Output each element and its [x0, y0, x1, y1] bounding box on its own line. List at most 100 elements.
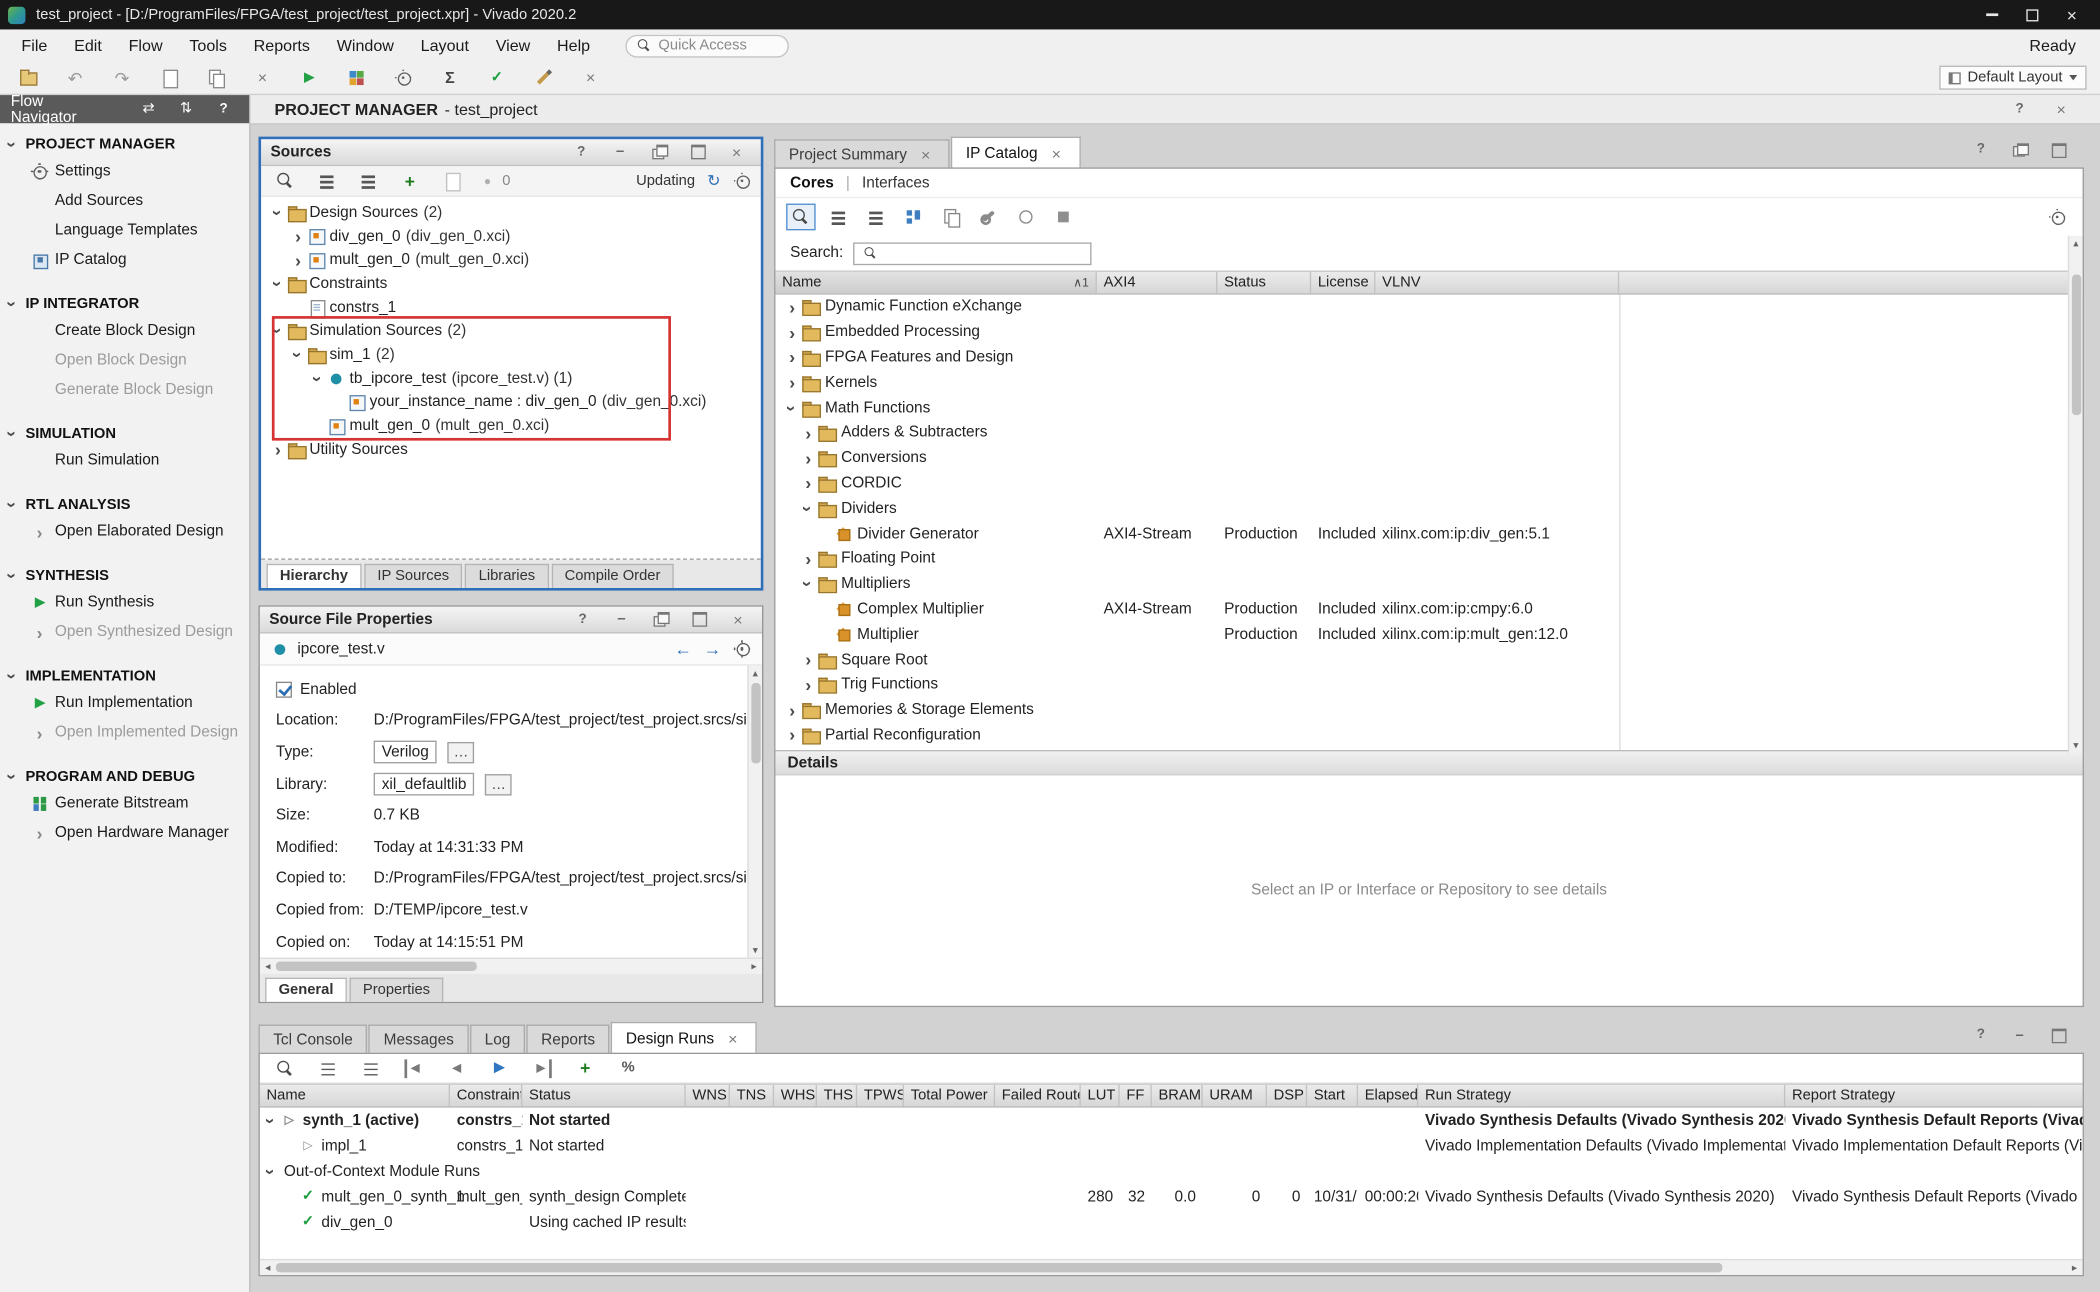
flownav-section-header-program-and-debug[interactable]: ›PROGRAM AND DEBUG — [0, 765, 249, 789]
chevron-icon[interactable]: › — [290, 227, 306, 246]
chevron-icon[interactable]: › — [262, 1112, 281, 1128]
ip-search-input[interactable] — [853, 242, 1091, 265]
sources-tab-hierarchy[interactable]: Hierarchy — [267, 564, 362, 588]
percent-button[interactable]: % — [613, 1055, 642, 1082]
sources-tree-row-mult-gen-0[interactable]: ›mult_gen_0(mult_gen_0.xci) — [261, 248, 761, 272]
sources-tree-row-design-sources[interactable]: ›Design Sources(2) — [261, 201, 761, 225]
scroll-left-icon[interactable]: ◂ — [260, 960, 276, 972]
chevron-icon[interactable]: › — [799, 576, 818, 592]
flownav-item-create-block-design[interactable]: Create Block Design — [0, 316, 249, 345]
search-button[interactable] — [271, 167, 300, 194]
column-header-report-strategy[interactable]: Report Strategy — [1785, 1085, 2084, 1106]
design-runs-row-synth-1-active[interactable]: ›▷synth_1 (active)constrs_1Not startedVi… — [260, 1108, 2083, 1133]
menu-file[interactable]: File — [8, 36, 61, 55]
maximize-button[interactable] — [2044, 1022, 2073, 1049]
menu-help[interactable]: Help — [544, 36, 604, 55]
refresh-icon[interactable]: ↻ — [704, 171, 723, 190]
column-header-ff[interactable]: FF — [1120, 1085, 1152, 1106]
ip-catalog-row-square-root[interactable]: ›Square Root — [775, 647, 2082, 672]
sources-tree-row-tb-ipcore-test[interactable]: ›tb_ipcore_test(ipcore_test.v) (1) — [261, 367, 761, 391]
scroll-down-icon[interactable]: ▾ — [749, 943, 762, 958]
square-button[interactable] — [1049, 204, 1078, 231]
save-button[interactable] — [154, 64, 183, 91]
window-close-button[interactable]: × — [2052, 0, 2092, 29]
ip-catalog-row-math-functions[interactable]: ›Math Functions — [775, 395, 2082, 420]
sources-tree-row-constrs-1[interactable]: constrs_1 — [261, 296, 761, 320]
minimize-button[interactable]: – — [607, 606, 636, 633]
quick-access-search[interactable]: Quick Access — [625, 34, 788, 57]
chevron-icon[interactable]: › — [800, 650, 816, 669]
chevron-icon[interactable]: › — [800, 550, 816, 569]
flownav-section-header-implementation[interactable]: ›IMPLEMENTATION — [0, 664, 249, 688]
scrollbar-thumb[interactable] — [751, 683, 760, 763]
ip-catalog-row-conversions[interactable]: ›Conversions — [775, 446, 2082, 471]
ip-catalog-row-cordic[interactable]: ›CORDIC — [775, 471, 2082, 496]
step-last-button[interactable]: ▶ — [528, 1055, 557, 1082]
copy-button[interactable] — [936, 204, 965, 231]
chevron-icon[interactable]: › — [262, 1163, 281, 1179]
menu-layout[interactable]: Layout — [407, 36, 482, 55]
maximize-button[interactable] — [684, 606, 713, 633]
back-icon[interactable]: ← — [674, 640, 693, 659]
chevron-icon[interactable]: › — [784, 323, 800, 342]
run-button[interactable] — [295, 64, 324, 91]
column-header-name[interactable]: Name∧1 — [775, 272, 1096, 293]
ip-catalog-row-floating-point[interactable]: ›Floating Point — [775, 546, 2082, 571]
window-minimize-button[interactable] — [1971, 0, 2011, 29]
chevron-icon[interactable]: › — [290, 251, 306, 270]
column-header-name[interactable]: Name — [260, 1085, 450, 1106]
sources-tab-libraries[interactable]: Libraries — [465, 564, 548, 588]
step-first-button[interactable]: ◀ — [399, 1055, 428, 1082]
sources-tree-row-utility-sources[interactable]: ›Utility Sources — [261, 438, 761, 462]
dock-button[interactable]: ⇄ — [134, 96, 163, 123]
close-button[interactable]: × — [723, 606, 752, 633]
sources-tab-compile-order[interactable]: Compile Order — [551, 564, 674, 588]
flownav-item-open-synthesized-design[interactable]: ›Open Synthesized Design — [0, 617, 249, 646]
wrench-button[interactable] — [974, 204, 1003, 231]
scrollbar-thumb[interactable] — [276, 1263, 1722, 1272]
chevron-icon[interactable]: › — [800, 474, 816, 493]
search-button[interactable] — [786, 204, 815, 231]
collapse-all-button[interactable] — [824, 204, 853, 231]
scrollbar-thumb[interactable] — [2071, 275, 2080, 416]
chevron-icon[interactable]: › — [784, 298, 800, 317]
chevron-icon[interactable]: › — [799, 501, 818, 517]
column-header-license[interactable]: License — [1311, 272, 1375, 293]
ip-catalog-row-adders-subtracters[interactable]: ›Adders & Subtracters — [775, 421, 2082, 446]
help-button[interactable]: ? — [1966, 137, 1995, 164]
forward-icon[interactable]: → — [703, 640, 722, 659]
ip-catalog-row-fpga-features-and-design[interactable]: ›FPGA Features and Design — [775, 345, 2082, 370]
minimize-button[interactable]: – — [605, 139, 634, 166]
column-header-vlnv[interactable]: VLNV — [1375, 272, 1619, 293]
dashboard-button[interactable] — [342, 64, 371, 91]
delete-button[interactable]: × — [248, 64, 277, 91]
copy-button[interactable] — [201, 64, 230, 91]
column-header-constraints[interactable]: Constraints — [450, 1085, 522, 1106]
ip-catalog-row-divider-generator[interactable]: Divider GeneratorAXI4-StreamProductionIn… — [775, 521, 2082, 546]
settings-button[interactable] — [2042, 204, 2071, 231]
close-button[interactable]: × — [2046, 96, 2075, 123]
open-project-button[interactable] — [13, 64, 42, 91]
ip-catalog-row-embedded-processing[interactable]: ›Embedded Processing — [775, 320, 2082, 345]
tab-messages[interactable]: Messages — [369, 1025, 469, 1054]
flownav-item-run-simulation[interactable]: Run Simulation — [0, 446, 249, 475]
chevron-icon[interactable]: › — [269, 205, 288, 221]
maximize-button[interactable] — [683, 139, 712, 166]
design-runs-row-impl-1[interactable]: ▷impl_1constrs_1Not startedVivado Implem… — [260, 1133, 2083, 1158]
flownav-section-header-synthesis[interactable]: ›SYNTHESIS — [0, 564, 249, 588]
scroll-up-icon[interactable]: ▴ — [2069, 236, 2082, 251]
gear-icon[interactable] — [733, 171, 752, 190]
sources-tree-row-div-gen-0[interactable]: ›div_gen_0(div_gen_0.xci) — [261, 225, 761, 249]
ip-catalog-row-kernels[interactable]: ›Kernels — [775, 370, 2082, 395]
flownav-item-settings[interactable]: Settings — [0, 157, 249, 186]
help-button[interactable]: ? — [209, 96, 238, 123]
column-header-wns[interactable]: WNS — [686, 1085, 730, 1106]
edit-button[interactable] — [529, 64, 558, 91]
ip-catalog-row-multiplier[interactable]: MultiplierProductionIncludedxilinx.com:i… — [775, 622, 2082, 647]
cancel-button[interactable]: × — [576, 64, 605, 91]
column-header-total-power[interactable]: Total Power — [904, 1085, 995, 1106]
help-button[interactable]: ? — [567, 139, 596, 166]
property-value-input[interactable]: xil_defaultlib — [374, 773, 475, 796]
float-button[interactable] — [646, 606, 675, 633]
close-button[interactable]: × — [722, 139, 751, 166]
